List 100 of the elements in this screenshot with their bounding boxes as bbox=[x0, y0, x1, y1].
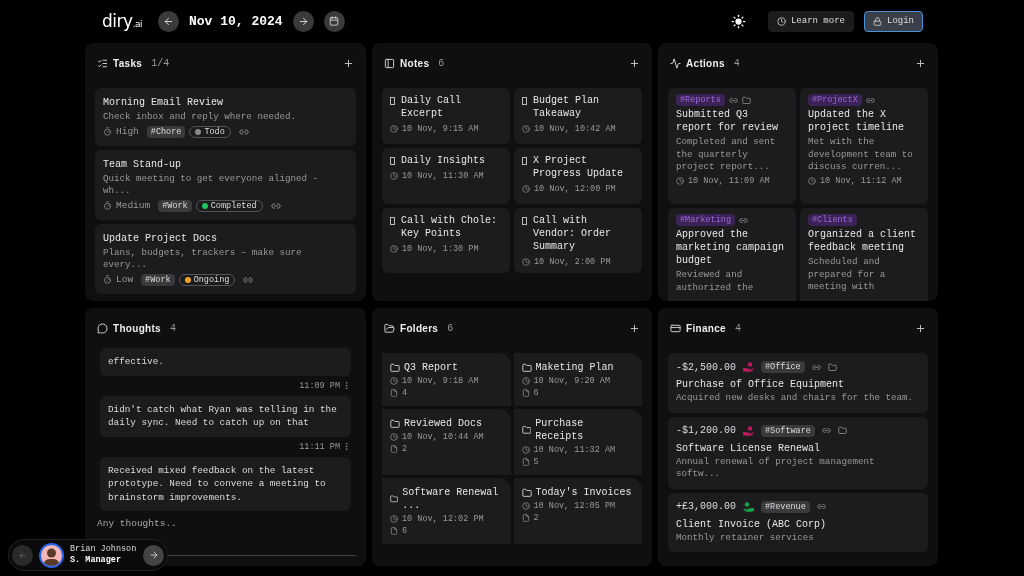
tag: #Software bbox=[761, 424, 815, 437]
folder-icon bbox=[521, 362, 532, 373]
panel-title: Actions bbox=[686, 57, 725, 69]
folder-card[interactable]: Reviewed Docs 10 Nov, 10:44 AM 2 bbox=[382, 409, 511, 475]
finance-card[interactable]: +£3,000.00 #Revenue Client Invoice (ABC Corp) Monthly retainer services bbox=[668, 492, 928, 552]
thought-input[interactable]: Any thoughts.. bbox=[95, 514, 356, 533]
folder-icon bbox=[521, 425, 532, 435]
more-icon[interactable] bbox=[342, 442, 351, 451]
tag: #Reports bbox=[676, 94, 725, 106]
file-icon bbox=[521, 514, 530, 522]
arrow-left-icon bbox=[18, 550, 27, 560]
note-time: 10 Nov, 12:00 PM bbox=[534, 184, 616, 194]
folder-icon bbox=[390, 418, 400, 429]
tag: #Chore bbox=[146, 125, 186, 138]
panel-title: Folders bbox=[400, 322, 439, 334]
folder-card[interactable]: Purchase Receipts 10 Nov, 11:32 AM 5 bbox=[513, 409, 642, 475]
panel-count: 1/4 bbox=[151, 57, 170, 69]
task-title: Team Stand-up bbox=[103, 157, 182, 171]
folder-icon bbox=[521, 487, 532, 498]
note-card[interactable]: Call with Chole: Key Points 10 Nov, 1:30 PM bbox=[382, 208, 510, 273]
add-button[interactable] bbox=[915, 57, 926, 69]
action-card[interactable]: #Reports Submitted Q3 report for review Completed and sent the quarterly project report... 10 Nov, 11:09 AM bbox=[668, 88, 796, 204]
thought-time: 11:11 PM bbox=[299, 441, 340, 452]
folder-card[interactable]: Today's Invoices 10 Nov, 12:05 PM 2 bbox=[513, 478, 642, 544]
file-icon bbox=[521, 389, 530, 397]
tag: #Revenue bbox=[761, 500, 810, 513]
action-description: Reviewed and authorized the bbox=[676, 269, 755, 294]
next-user-button[interactable] bbox=[143, 544, 164, 566]
finance-card[interactable]: -$1,200.00 #Software Software License Renewal Annual renewal of project management softw... bbox=[668, 416, 928, 489]
action-description: Completed and sent the quarterly project report... bbox=[676, 136, 777, 174]
lock-icon bbox=[873, 16, 882, 26]
action-card[interactable]: #Marketing Approved the marketing campaign budget Reviewed and authorized the bbox=[668, 208, 796, 301]
thought-bubble: Received mixed feedback on the latest prototype. Need to convene a meeting to brainstorm improvements. bbox=[100, 456, 351, 511]
action-description: Scheduled and prepared for a meeting with bbox=[808, 256, 887, 294]
note-card[interactable]: Call with Vendor: Order Summary 10 Nov, 2:00 PM bbox=[514, 208, 642, 273]
note-card[interactable]: Budget Plan Takeaway 10 Nov, 10:42 AM bbox=[514, 88, 642, 144]
task-description: Quick meeting to get everyone aligned - wh... bbox=[103, 172, 320, 198]
finance-card[interactable]: -$2,500.00 #Office Purchase of Office Equipment Acquired new desks and chairs for the team. bbox=[668, 353, 928, 413]
add-button[interactable] bbox=[915, 322, 926, 334]
note-card[interactable]: Daily Insights 10 Nov, 11:30 AM bbox=[382, 148, 510, 204]
note-icon bbox=[522, 157, 527, 165]
note-title: X Project Progress Update bbox=[533, 154, 624, 180]
login-button[interactable]: Login bbox=[864, 10, 923, 32]
tag: #Work bbox=[141, 273, 175, 286]
calendar-icon bbox=[329, 16, 340, 26]
arrow-right-icon bbox=[297, 15, 309, 27]
action-title: Submitted Q3 report for review bbox=[676, 108, 780, 134]
calendar-button[interactable] bbox=[323, 10, 345, 32]
folder-card[interactable]: Q3 Report 10 Nov, 9:18 AM 4 bbox=[382, 353, 511, 406]
note-time: 10 Nov, 2:00 PM bbox=[534, 257, 611, 267]
learn-more-button[interactable]: Learn more bbox=[767, 10, 854, 32]
date-label: Nov 10, 2024 bbox=[188, 13, 283, 29]
file-count: 6 bbox=[402, 526, 408, 536]
add-button[interactable] bbox=[629, 57, 640, 69]
timer-icon bbox=[103, 127, 112, 136]
clock-icon bbox=[390, 433, 398, 441]
clock-icon bbox=[522, 125, 530, 133]
finance-description: Acquired new desks and chairs for the team. bbox=[676, 392, 915, 405]
task-card[interactable]: Team Stand-up Quick meeting to get everyone aligned - wh... Medium #Work Completed bbox=[95, 149, 356, 220]
folder-name: Today's Invoices bbox=[535, 486, 632, 499]
clock-icon bbox=[522, 185, 530, 193]
file-count: 5 bbox=[533, 457, 539, 467]
note-card[interactable]: Daily Call Excerpt 10 Nov, 9:15 AM bbox=[382, 88, 510, 144]
action-card[interactable]: #Clients Organized a client feedback meeting Scheduled and prepared for a meeting with bbox=[800, 208, 928, 301]
tag: #Clients bbox=[808, 214, 857, 226]
folder-icon bbox=[384, 322, 395, 334]
clock-icon bbox=[521, 446, 530, 454]
tag: #Office bbox=[761, 361, 805, 373]
action-time: 10 Nov, 11:09 AM bbox=[688, 175, 770, 186]
folder-icon bbox=[390, 494, 399, 504]
timer-icon bbox=[103, 275, 112, 284]
folder-time: 10 Nov, 10:44 AM bbox=[402, 432, 484, 442]
note-card[interactable]: X Project Progress Update 10 Nov, 12:00 PM bbox=[514, 148, 642, 204]
panel-count: 6 bbox=[447, 322, 454, 334]
folder-card[interactable]: Maketing Plan 10 Nov, 9:20 AM 6 bbox=[513, 353, 642, 406]
activity-icon bbox=[670, 57, 681, 69]
file-icon bbox=[521, 458, 530, 466]
timer-icon bbox=[103, 201, 112, 210]
action-card[interactable]: #ProjectX Updated the X project timeline Met with the development team to discuss curren... 10 Nov, 11:12 AM bbox=[800, 88, 928, 204]
add-button[interactable] bbox=[629, 322, 640, 334]
card-icon bbox=[670, 322, 681, 334]
link-icon bbox=[243, 274, 254, 285]
previous-day-button[interactable] bbox=[157, 10, 179, 32]
note-title: Daily Insights bbox=[401, 154, 485, 167]
folder-card[interactable]: Software Renewal ... 10 Nov, 12:02 PM 6 bbox=[382, 478, 511, 544]
task-card[interactable]: Update Project Docs Plans, budgets, trackers – make sure every... Low #Work Ongoing bbox=[95, 223, 356, 294]
theme-toggle-icon[interactable] bbox=[730, 13, 746, 29]
more-icon[interactable] bbox=[342, 381, 351, 390]
link-icon bbox=[816, 502, 826, 511]
clock-icon bbox=[390, 172, 398, 180]
panel-count: 6 bbox=[438, 57, 445, 69]
task-card[interactable]: Morning Email Review Check inbox and reply where needed. High #Chore Todo bbox=[95, 88, 356, 146]
add-button[interactable] bbox=[343, 57, 354, 69]
panel-title: Notes bbox=[400, 57, 430, 69]
finance-title: Software License Renewal bbox=[676, 441, 822, 455]
next-day-button[interactable] bbox=[292, 10, 314, 32]
link-icon bbox=[821, 426, 831, 435]
amount: -$1,200.00 bbox=[676, 425, 736, 436]
action-time: 10 Nov, 11:12 AM bbox=[820, 175, 902, 186]
panel-icon bbox=[384, 57, 395, 69]
